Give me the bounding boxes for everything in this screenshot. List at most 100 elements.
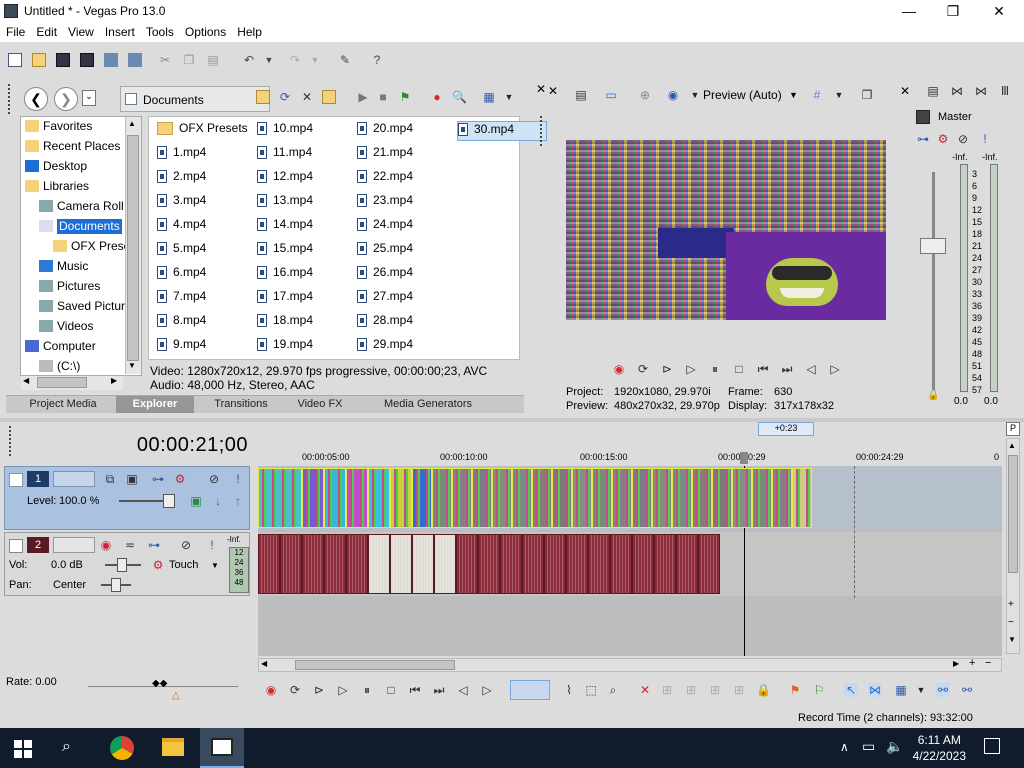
child-track-icon[interactable]: ↓ — [211, 494, 225, 508]
go-to-start-icon[interactable]: ⏮ — [756, 362, 770, 376]
timeline-hscroll-thumb[interactable] — [295, 660, 455, 670]
master-fx-settings-icon[interactable]: ⚙ — [936, 132, 950, 146]
audio-event[interactable] — [676, 534, 698, 594]
undo-icon[interactable]: ↶ — [242, 53, 256, 67]
file-item[interactable]: 27.mp4 — [357, 289, 447, 309]
scroll-up-icon[interactable]: ▲ — [128, 119, 136, 128]
file-item[interactable]: 14.mp4 — [257, 217, 347, 237]
audio-event[interactable] — [588, 534, 610, 594]
video-event[interactable] — [672, 468, 692, 528]
fx-dropdown-icon[interactable]: ▼ — [688, 88, 702, 102]
file-item[interactable]: 4.mp4 — [157, 217, 247, 237]
timeline-scroll-right-icon[interactable]: ▶ — [953, 659, 959, 668]
timeline-prev-frame-icon[interactable]: ◁ — [456, 683, 470, 697]
file-item[interactable]: 12.mp4 — [257, 169, 347, 189]
timeline-stop-icon[interactable]: □ — [384, 683, 398, 697]
back-arrow-icon[interactable]: ❮ — [24, 87, 48, 111]
play-icon[interactable]: ▷ — [684, 362, 698, 376]
overlays-dropdown-icon[interactable]: ▼ — [832, 88, 846, 102]
video-event[interactable] — [632, 468, 652, 528]
meter-options-icon[interactable]: Ⅲ — [998, 84, 1012, 98]
marker-bar-icon[interactable]: P — [1006, 422, 1020, 436]
mute-icon[interactable]: ⊘ — [207, 472, 221, 486]
show-hidden-icons[interactable]: ∧ — [840, 740, 849, 754]
add-favorite-icon[interactable] — [322, 90, 336, 104]
video-event[interactable] — [552, 468, 572, 528]
vegas-taskbar-button[interactable] — [200, 728, 244, 768]
refresh-icon[interactable]: ⟳ — [278, 90, 292, 104]
snapping-icon[interactable]: ⚯ — [960, 683, 974, 697]
timeline-pause-icon[interactable]: ⏸ — [360, 683, 374, 697]
scroll-right-icon[interactable]: ▶ — [111, 376, 117, 385]
system-clock[interactable]: 6:11 AM 4/22/2023 — [913, 732, 966, 764]
new-project-icon[interactable] — [8, 53, 22, 67]
menu-view[interactable]: View — [62, 22, 99, 39]
video-event[interactable] — [346, 468, 368, 528]
audio-event[interactable] — [632, 534, 654, 594]
automation-mode[interactable]: Touch — [169, 559, 198, 571]
copy-snapshot-icon[interactable]: ❐ — [860, 88, 874, 102]
copy-icon[interactable]: ❐ — [182, 53, 196, 67]
timeline-scroll-up-icon[interactable]: ▲ — [1008, 441, 1016, 450]
audio-event[interactable] — [434, 534, 456, 594]
volume-icon[interactable]: 🔈 — [886, 738, 903, 755]
auto-preview-icon[interactable]: ⚑ — [398, 90, 412, 104]
ignore-event-grouping-icon[interactable]: ↖ — [844, 683, 858, 697]
fader-lock-icon[interactable]: 🔒 — [927, 390, 939, 401]
auto-crossfade-icon[interactable]: ⋈ — [868, 683, 882, 697]
audio-event[interactable] — [544, 534, 566, 594]
collapse-audio-track-icon[interactable] — [9, 539, 23, 553]
tab-project-media[interactable]: Project Media — [14, 396, 112, 413]
timeline-vertical-scrollbar[interactable]: ▲ + − ▼ — [1006, 438, 1020, 654]
what-is-this-help-icon[interactable]: ? — [370, 53, 384, 67]
pan-slider-handle[interactable] — [111, 578, 121, 592]
compositing-mode-icon[interactable]: ▣ — [125, 472, 139, 486]
search-media-icon[interactable]: 🔍 — [452, 90, 467, 104]
timeline-scroll-left-icon[interactable]: ◀ — [261, 659, 267, 668]
redo-dropdown-icon[interactable]: ▼ — [308, 53, 322, 67]
audio-event[interactable] — [456, 534, 478, 594]
playhead-handle[interactable] — [740, 452, 748, 464]
video-event[interactable] — [492, 468, 512, 528]
downmix-icon[interactable]: ⋈ — [950, 84, 964, 98]
tree-item-favorites[interactable]: Favorites — [25, 119, 92, 139]
lock-envelopes-icon[interactable]: ⚯ — [936, 683, 950, 697]
get-media-icon[interactable]: ● — [430, 90, 444, 104]
file-item[interactable]: 21.mp4 — [357, 145, 447, 165]
automation-settings-icon[interactable]: ⚙ — [151, 558, 165, 572]
master-mute-icon[interactable]: ⊘ — [956, 132, 970, 146]
delete-icon[interactable]: ✕ — [300, 90, 314, 104]
minimize-button[interactable]: — — [886, 0, 932, 22]
file-item[interactable]: 10.mp4 — [257, 121, 347, 141]
views-icon[interactable]: ▦ — [482, 90, 496, 104]
go-to-end-icon[interactable]: ⏭ — [780, 362, 794, 376]
history-dropdown-icon[interactable]: ⌄ — [82, 90, 96, 106]
save-as-icon[interactable] — [80, 53, 94, 67]
video-event[interactable] — [368, 468, 390, 528]
tab-media-generators[interactable]: Media Generators — [366, 396, 490, 413]
audio-mute-icon[interactable]: ⊘ — [179, 538, 193, 552]
master-solo-icon[interactable]: ! — [978, 132, 992, 146]
timeline-vscroll-thumb[interactable] — [1008, 455, 1018, 573]
tree-item-music[interactable]: Music — [39, 259, 88, 279]
trim-start-icon[interactable]: ⊞ — [684, 683, 698, 697]
timeline-start-icon[interactable]: ⏮ — [408, 683, 422, 697]
envelope-tool-icon[interactable]: ⌇ — [562, 683, 576, 697]
master-fader-handle[interactable] — [920, 238, 946, 254]
enable-snapping-icon[interactable]: ✎ — [338, 53, 352, 67]
audio-event[interactable] — [698, 534, 720, 594]
render-icon[interactable] — [104, 53, 118, 67]
volume-slider-handle[interactable] — [117, 558, 127, 572]
video-event[interactable] — [712, 468, 732, 528]
file-item[interactable]: 28.mp4 — [357, 313, 447, 333]
solo-icon[interactable]: ! — [231, 472, 245, 486]
preview-properties-icon[interactable]: ▤ — [574, 88, 588, 102]
file-item[interactable]: 3.mp4 — [157, 193, 247, 213]
address-bar[interactable]: Documents — [120, 86, 270, 112]
zoom-out-vertical-icon[interactable]: − — [1008, 617, 1014, 628]
maximize-button[interactable]: ❐ — [930, 0, 976, 22]
audio-event[interactable] — [302, 534, 324, 594]
parent-track-icon[interactable]: ↑ — [231, 494, 245, 508]
external-monitor-icon[interactable]: ▭ — [604, 88, 618, 102]
file-item[interactable]: 1.mp4 — [157, 145, 247, 165]
